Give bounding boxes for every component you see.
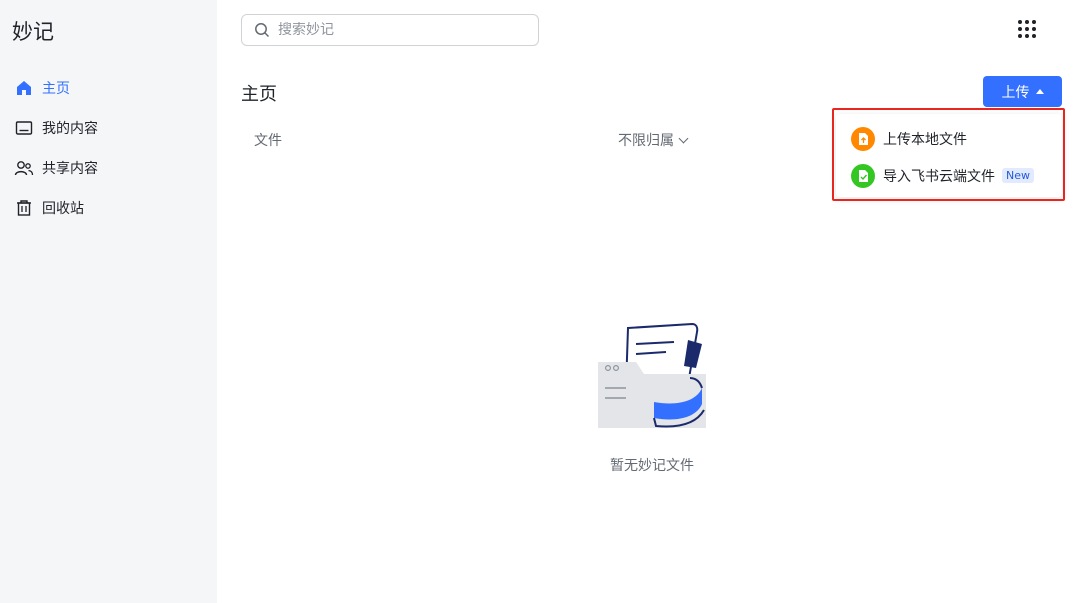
caret-up-icon (1035, 89, 1044, 94)
sidebar-item-trash[interactable]: 回收站 (0, 188, 217, 228)
users-icon (14, 158, 34, 178)
sidebar-nav: 主页 我的内容 共享内容 回收站 (0, 68, 217, 228)
home-icon (14, 78, 34, 98)
upload-button[interactable]: 上传 (983, 76, 1062, 107)
sidebar-item-label: 共享内容 (42, 161, 98, 177)
sidebar-item-label: 我的内容 (42, 121, 98, 137)
search-input[interactable] (278, 22, 518, 38)
sidebar: 妙记 主页 我的内容 共享内容 回收站 (0, 0, 217, 603)
search-icon (254, 22, 270, 38)
empty-state-text: 暂无妙记文件 (610, 458, 694, 474)
sidebar-item-home[interactable]: 主页 (0, 68, 217, 108)
trash-icon (14, 198, 34, 218)
empty-state-illustration (596, 322, 708, 432)
folder-icon (14, 118, 34, 138)
upload-button-label: 上传 (1001, 84, 1030, 101)
sidebar-item-label: 主页 (42, 81, 70, 97)
chevron-down-icon (678, 133, 689, 143)
apps-grid-icon[interactable] (1018, 20, 1040, 42)
sidebar-item-my-content[interactable]: 我的内容 (0, 108, 217, 148)
sidebar-item-shared[interactable]: 共享内容 (0, 148, 217, 188)
main-content: 主页 上传 文件 不限归属 暂无妙记文件 (217, 0, 1080, 603)
owner-filter-dropdown[interactable]: 不限归属 (618, 130, 689, 150)
sidebar-item-label: 回收站 (42, 201, 84, 217)
app-title: 妙记 (12, 20, 54, 44)
column-header-file: 文件 (254, 133, 282, 149)
page-title: 主页 (241, 84, 277, 105)
owner-filter-label: 不限归属 (618, 133, 674, 149)
highlight-box (832, 108, 1065, 201)
search-box[interactable] (241, 14, 539, 46)
